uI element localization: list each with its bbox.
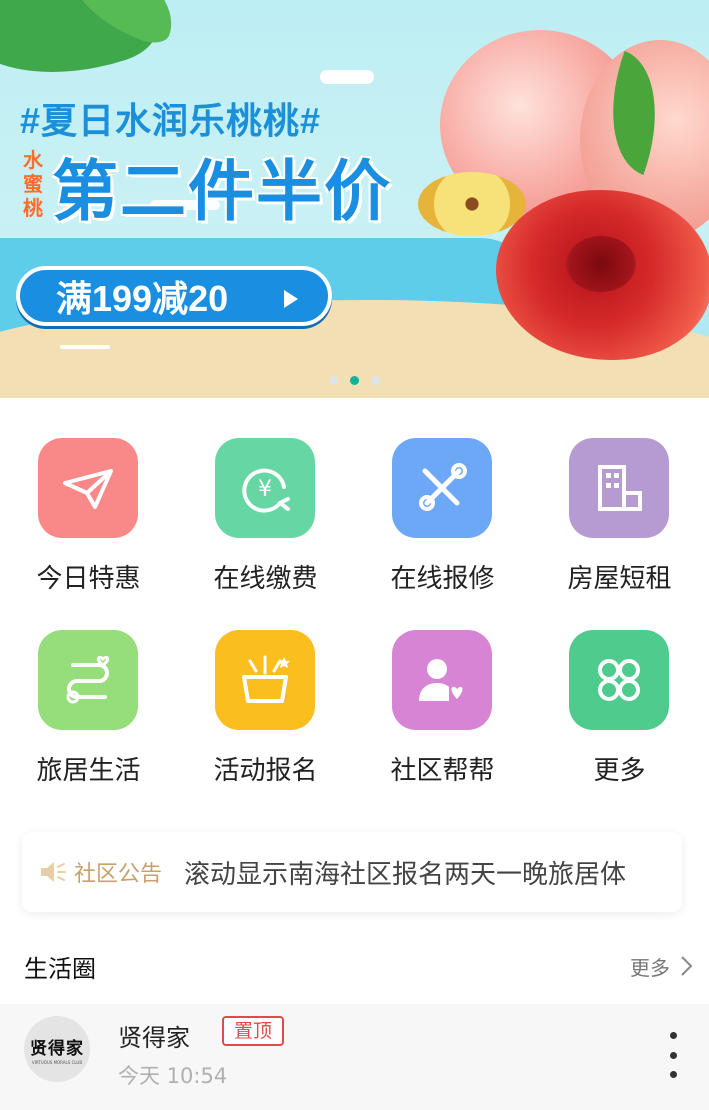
four-petals-icon [598, 659, 640, 701]
more-link[interactable]: 更多 [630, 952, 696, 981]
speaker-icon [41, 862, 66, 882]
building-icon [598, 465, 642, 511]
tile [392, 438, 492, 538]
grid-item-travel-living[interactable]: 旅居生活 [0, 590, 177, 786]
yen-refresh-icon: ¥ [242, 468, 290, 513]
avatar-logo: 贤得家 [30, 1038, 84, 1059]
play-arrow-icon [284, 290, 298, 308]
section-title: 生活圈 [24, 954, 96, 983]
user-heart-icon [419, 659, 463, 701]
tile [569, 630, 669, 730]
avatar[interactable]: 贤得家 VIRTUOUS MORALS CLUB [24, 1016, 90, 1082]
grid-item-more[interactable]: 更多 [531, 590, 708, 786]
avatar-logo-sub: VIRTUOUS MORALS CLUB [31, 1059, 83, 1065]
peach-stone-image [566, 236, 636, 292]
post-card[interactable]: 贤得家 VIRTUOUS MORALS CLUB 贤得家 置顶 今天 10:54 [0, 1004, 709, 1110]
grid-item-label: 旅居生活 [36, 756, 141, 786]
chevron-right-icon [681, 956, 693, 976]
more-label: 更多 [630, 955, 670, 980]
gift-box-icon [242, 655, 290, 703]
grid-item-label: 更多 [593, 756, 646, 786]
community-notice[interactable]: 社区公告 滚动显示南海社区报名两天一晚旅居体 [22, 832, 682, 912]
grid-item-online-payment[interactable]: ¥ 在线缴费 [177, 398, 354, 594]
grid-item-today-deals[interactable]: 今日特惠 [0, 398, 177, 594]
promo-button[interactable]: 满199减20 [16, 266, 332, 326]
carousel-indicator [0, 376, 709, 385]
grid-item-label: 活动报名 [213, 756, 318, 786]
grid-item-community-help[interactable]: 社区帮帮 [354, 590, 531, 786]
paper-plane-icon [63, 469, 113, 509]
grid-item-event-signup[interactable]: 活动报名 [177, 590, 354, 786]
post-author[interactable]: 贤得家 [118, 1018, 190, 1053]
pinned-badge: 置顶 [222, 1016, 285, 1046]
fruit-slice-image [418, 172, 526, 236]
svg-text:¥: ¥ [258, 477, 272, 502]
carousel-dot[interactable] [329, 376, 338, 385]
route-icon [66, 655, 110, 704]
tile [38, 438, 138, 538]
banner-headline: 第二件半价 [52, 154, 392, 228]
tile [392, 630, 492, 730]
post-time: 今天 10:54 [118, 1064, 228, 1088]
wave-decoration [60, 345, 110, 349]
more-options-icon[interactable] [667, 1032, 679, 1078]
tools-icon [419, 463, 467, 511]
banner-hashtag: #夏日水润乐桃桃# [20, 100, 322, 141]
cloud-decoration [320, 70, 374, 84]
tile [569, 438, 669, 538]
notice-text[interactable]: 滚动显示南海社区报名两天一晚旅居体 [184, 854, 626, 891]
carousel-dot-active[interactable] [350, 376, 359, 385]
grid-item-label: 社区帮帮 [390, 756, 495, 786]
carousel-dot[interactable] [371, 376, 380, 385]
feature-grid: 今日特惠 ¥ 在线缴费 在线报修 房屋短租 旅居生活 活动报名 社区帮帮 更多 [0, 398, 709, 818]
grid-item-online-repair[interactable]: 在线报修 [354, 398, 531, 594]
promo-label: 满199减20 [56, 278, 229, 319]
tile: ¥ [215, 438, 315, 538]
life-circle-header: 生活圈 更多 [24, 944, 696, 988]
grid-item-short-rent[interactable]: 房屋短租 [531, 398, 708, 594]
promo-banner[interactable]: #夏日水润乐桃桃# 水蜜桃 第二件半价 满199减20 [0, 0, 709, 398]
banner-tag: 水蜜桃 [23, 148, 43, 220]
tile [215, 630, 315, 730]
tile [38, 630, 138, 730]
notice-label: 社区公告 [74, 862, 163, 887]
